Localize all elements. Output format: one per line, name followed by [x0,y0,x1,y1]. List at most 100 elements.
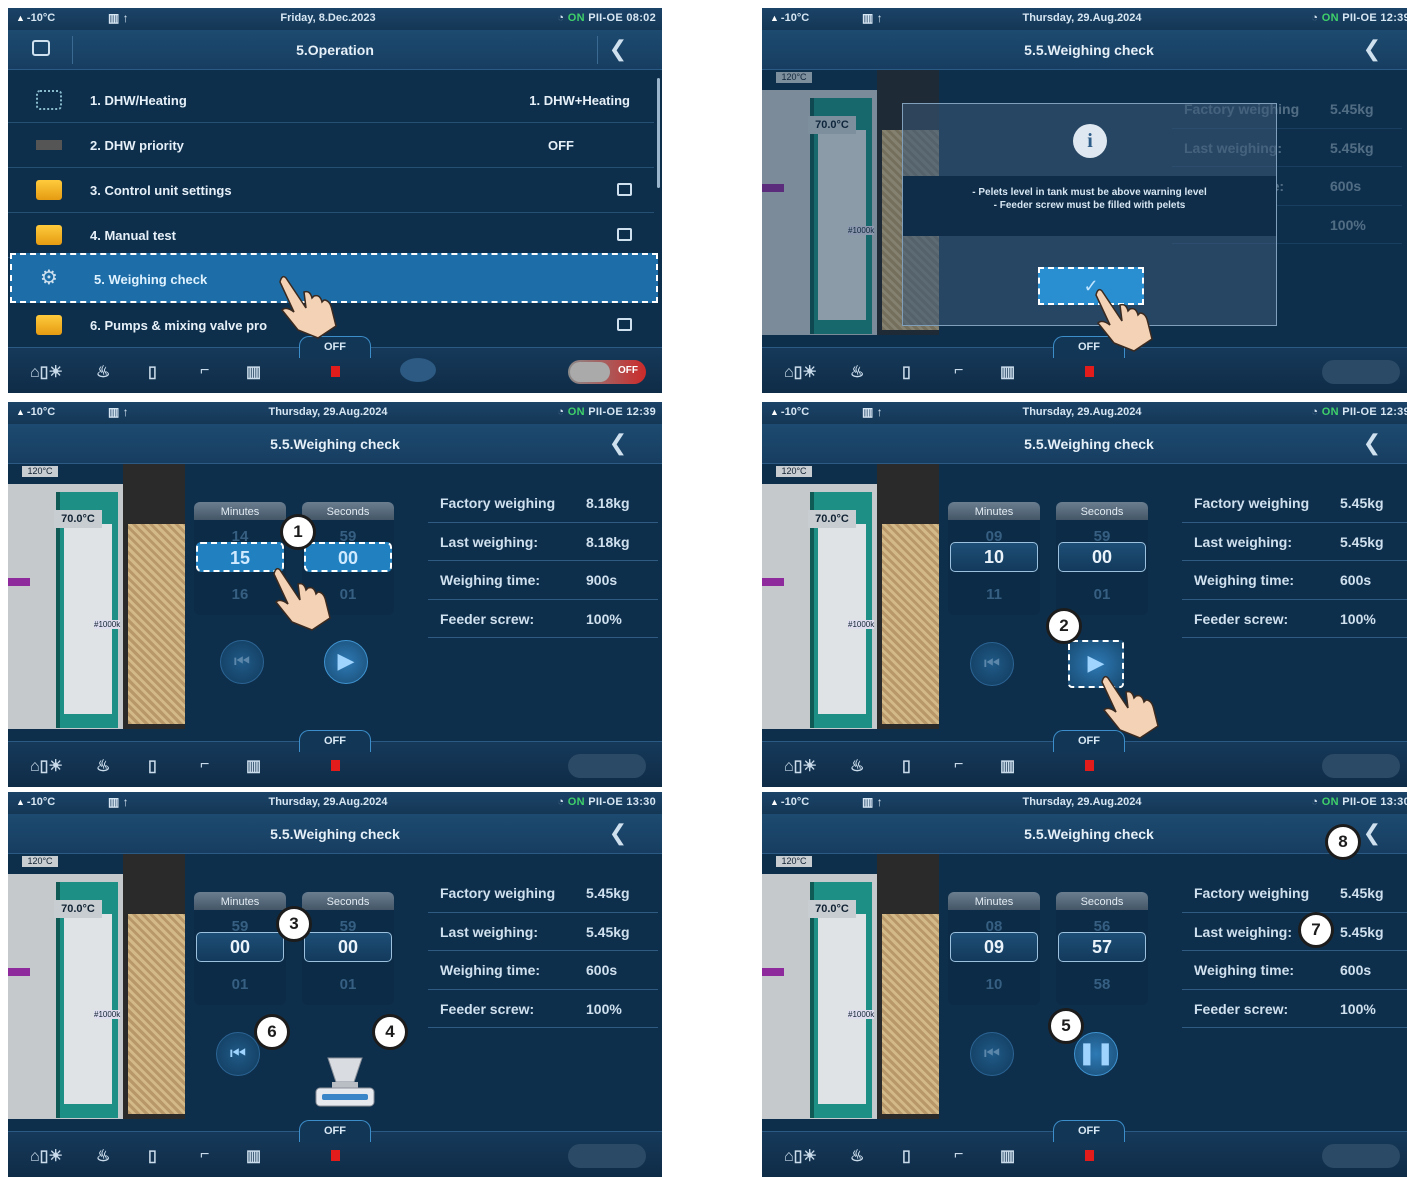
back-icon[interactable]: ❮ [1356,36,1388,64]
seconds-value[interactable]: 00 [304,932,392,962]
dialog-message: - Pelets level in tank must be above war… [972,187,1207,211]
status-right: ◔ ON PII-OE 12:39 [1311,406,1407,418]
step-badge: 1 [280,514,316,550]
step-badge: 2 [1046,608,1082,644]
restart-button[interactable]: ⏮ [970,1032,1014,1076]
tap-icon[interactable]: ⌐ [954,1146,963,1164]
screen-weighing-running: -10°C ▥ ↑ Thursday, 29.Aug.2024 ◔ ON PII… [762,792,1407,1177]
minutes-value[interactable]: 10 [950,542,1038,572]
mode-icon[interactable]: ⌂▯☀ [30,756,63,776]
minutes-value[interactable]: 00 [196,932,284,962]
tap-icon[interactable]: ⌐ [200,756,209,774]
flame-icon[interactable]: ♨ [850,362,864,382]
status-icons: ▥ ↑ [108,11,129,25]
play-button[interactable]: ▶ [324,640,368,684]
bottom-bar: ⌂▯☀ ♨ ▯ ⌐ ▥ OFF [762,336,1407,393]
seconds-value[interactable]: 00 [1058,542,1146,572]
radiator-icon[interactable]: ▥ [1000,756,1015,776]
radiator-icon[interactable]: ▥ [246,362,261,382]
minutes-value[interactable]: 09 [950,932,1038,962]
menu-item-dhw-priority[interactable]: 2. DHW priority OFF [8,123,654,168]
pause-button[interactable]: ❚❚ [1074,1032,1118,1076]
menu-item-manual-test[interactable]: 4. Manual test [8,213,654,258]
mode-icon[interactable]: ⌂▯☀ [784,756,817,776]
power-toggle[interactable] [568,1144,646,1168]
off-tab[interactable]: OFF [299,730,371,752]
flame-icon[interactable]: ♨ [96,1146,110,1166]
off-tab[interactable]: OFF [1053,1120,1125,1142]
step-badge: 5 [1048,1008,1084,1044]
status-date: Thursday, 29.Aug.2024 [268,406,388,418]
off-tab[interactable]: OFF [299,1120,371,1142]
minutes-picker[interactable]: Minutes 09 10 11 [948,502,1040,615]
radiator-icon[interactable]: ▥ [1000,1146,1015,1166]
screen-weighing-start: -10°C ▥ ↑ Thursday, 29.Aug.2024 ◔ ON PII… [762,402,1407,787]
power-toggle[interactable]: OFF [568,360,646,384]
back-icon[interactable]: ❮ [602,820,634,848]
stop-indicator [1085,1150,1094,1161]
restart-button[interactable]: ⏮ [970,642,1014,686]
seconds-picker[interactable]: Seconds 59 00 01 [302,892,394,1005]
restart-button[interactable]: ⏮ [216,1032,260,1076]
flame-icon[interactable]: ♨ [96,756,110,776]
power-toggle[interactable] [568,754,646,778]
seconds-value[interactable]: 57 [1058,932,1146,962]
grid-icon [36,90,62,110]
tank-icon[interactable]: ▯ [148,756,157,776]
back-icon[interactable]: ❮ [602,430,634,458]
seconds-picker[interactable]: Seconds 56 57 58 [1056,892,1148,1005]
page-title: 5.5.Weighing check [1024,42,1154,58]
tank-icon[interactable]: ▯ [902,1146,911,1166]
bottom-bar: ⌂▯☀ ♨ ▯ ⌐ ▥ OFF [8,1120,662,1177]
bottom-bar: ⌂▯☀ ♨ ▯ ⌐ ▥ OFF OFF [8,336,662,393]
flame-icon[interactable]: ♨ [96,362,110,382]
tap-hand-icon [1101,675,1159,739]
mode-icon[interactable]: ⌂▯☀ [30,362,63,382]
menu-item-dhw-heating[interactable]: 1. DHW/Heating 1. DHW+Heating [8,78,654,123]
title-bar: 5.5.Weighing check ❮ [762,814,1407,854]
list-icon[interactable] [400,358,436,382]
back-icon[interactable]: ❮ [1356,430,1388,458]
radiator-icon[interactable]: ▥ [246,756,261,776]
radiator-icon[interactable]: ▥ [246,1146,261,1166]
weighing-params: Factory weighing 8.18kg Last weighing: 8.1… [428,484,658,638]
outdoor-temp: -10°C [770,406,809,418]
power-toggle[interactable] [1322,754,1400,778]
mode-icon[interactable]: ⌂▯☀ [784,1146,817,1166]
tank-icon[interactable]: ▯ [148,1146,157,1166]
page-title: 5.5.Weighing check [1024,436,1154,452]
gear-icon: ⚙ [40,265,58,289]
bottom-bar: ⌂▯☀ ♨ ▯ ⌐ ▥ OFF [762,1120,1407,1177]
scrollbar[interactable] [657,78,660,188]
radiator-icon[interactable]: ▥ [1000,362,1015,382]
menu-item-control-unit-settings[interactable]: 3. Control unit settings [8,168,654,213]
menu-value: OFF [548,138,574,153]
flame-icon[interactable]: ♨ [850,1146,864,1166]
power-toggle[interactable] [1322,360,1400,384]
tank-icon[interactable]: ▯ [902,756,911,776]
folder-icon [36,225,62,245]
tap-icon[interactable]: ⌐ [200,1146,209,1164]
step-badge: 7 [1298,912,1334,948]
status-right: ◔ ON PII-OE 13:30 [557,796,656,808]
tap-icon[interactable]: ⌐ [954,756,963,774]
screen-weighing-set-time: -10°C ▥ ↑ Thursday, 29.Aug.2024 ◔ ON PII… [8,402,662,787]
mode-icon[interactable]: ⌂▯☀ [30,1146,63,1166]
restart-button[interactable]: ⏮ [220,640,264,684]
bottom-bar: ⌂▯☀ ♨ ▯ ⌐ ▥ OFF [8,730,662,787]
tank-icon[interactable]: ▯ [902,362,911,382]
tank-icon[interactable]: ▯ [148,362,157,382]
minutes-picker[interactable]: Minutes 08 09 10 [948,892,1040,1005]
status-date: Thursday, 29.Aug.2024 [1022,12,1142,24]
tap-icon[interactable]: ⌐ [200,362,209,380]
minutes-picker[interactable]: Minutes 59 00 01 [194,892,286,1005]
power-toggle[interactable] [1322,1144,1400,1168]
tap-icon[interactable]: ⌐ [954,362,963,380]
scale-icon [315,1057,375,1107]
flame-icon[interactable]: ♨ [850,756,864,776]
seconds-picker[interactable]: Seconds 59 00 01 [1056,502,1148,615]
mode-icon[interactable]: ⌂▯☀ [784,362,817,382]
status-right: ◔ ON PII-OE 13:30 [1311,796,1407,808]
back-icon[interactable]: ❮ [602,36,634,64]
status-date: Thursday, 29.Aug.2024 [268,796,388,808]
